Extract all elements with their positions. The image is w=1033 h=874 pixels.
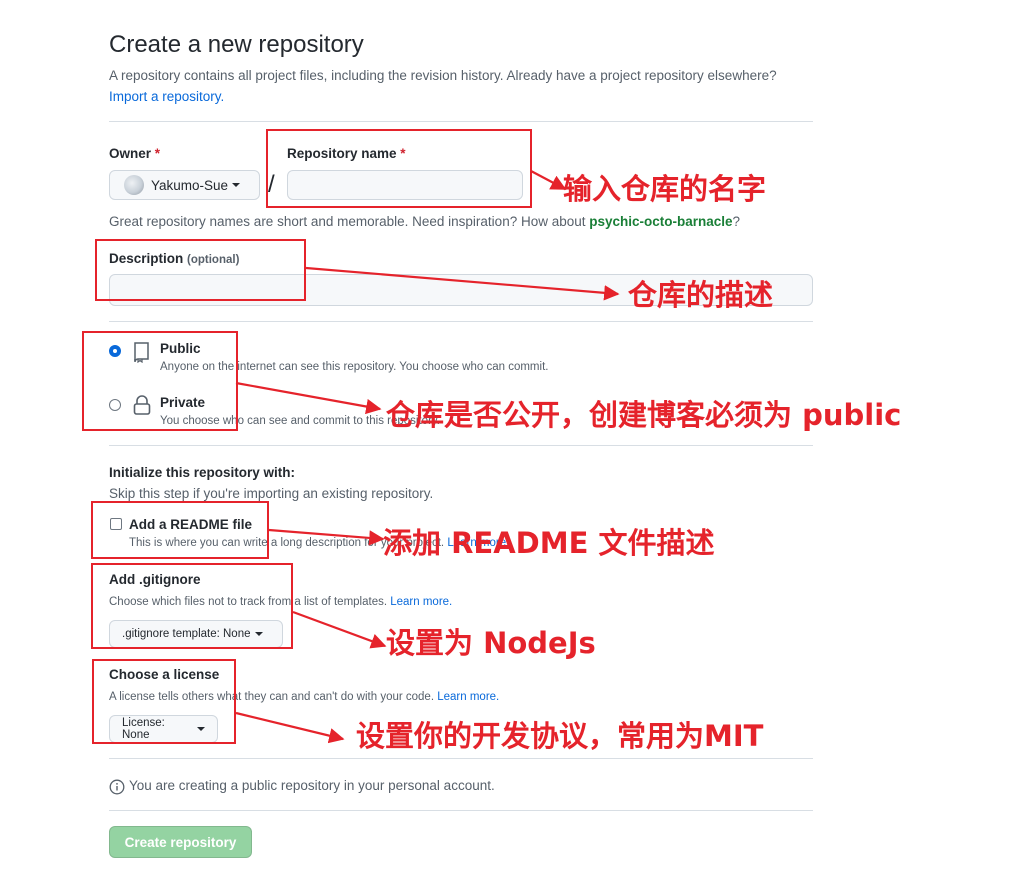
arrow-visibility bbox=[235, 381, 382, 415]
annotation-description: 仓库的描述 bbox=[628, 278, 774, 312]
annotation-visibility: 仓库是否公开，创建博客必须为 public bbox=[386, 398, 902, 432]
annotation-repo-name: 输入仓库的名字 bbox=[563, 172, 767, 206]
arrow-repo-name bbox=[530, 170, 567, 190]
arrow-license bbox=[235, 711, 345, 744]
annotation-readme: 添加 README 文件描述 bbox=[383, 526, 715, 560]
arrow-gitignore bbox=[292, 610, 387, 649]
arrow-description bbox=[305, 266, 620, 301]
annotation-license: 设置你的开发协议，常用为MIT bbox=[356, 719, 764, 753]
annotation-gitignore: 设置为 NodeJs bbox=[386, 626, 596, 660]
arrow-readme bbox=[268, 528, 385, 546]
